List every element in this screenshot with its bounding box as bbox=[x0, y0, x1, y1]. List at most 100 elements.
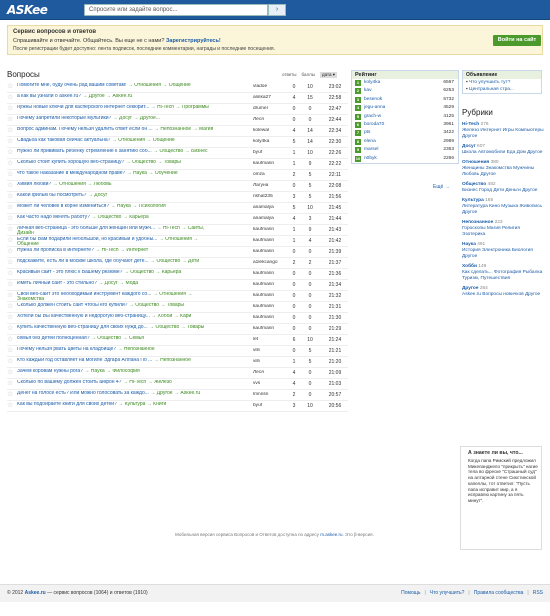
sort-points[interactable]: баллы bbox=[301, 72, 314, 78]
question-author[interactable]: kaufmann bbox=[253, 227, 287, 232]
question-link[interactable]: нужны новые ключи для касперского интерн… bbox=[17, 105, 149, 110]
question-author[interactable]: villi bbox=[253, 359, 287, 364]
footer-brand-link[interactable]: Askee.ru bbox=[25, 590, 46, 596]
rating-user-link[interactable]: marsel bbox=[364, 147, 378, 152]
question-link[interactable]: Зачем коровам нужны рога? bbox=[17, 369, 83, 374]
star-icon[interactable]: ☆ bbox=[7, 226, 13, 234]
footer-rss-link[interactable]: RSS bbox=[533, 590, 543, 596]
question-link[interactable]: Свадьба как таковая сейчас актуальна? bbox=[17, 138, 110, 143]
question-author[interactable]: kolewal bbox=[253, 128, 287, 133]
question-author[interactable]: kaufmann bbox=[253, 238, 287, 243]
question-link[interactable]: Как вы подбираете книги для своих детей? bbox=[17, 402, 117, 407]
question-author[interactable]: lmnnsn bbox=[253, 392, 287, 397]
rubric-sublinks[interactable]: Как сделать... Фотография Рыбалка Туризм… bbox=[462, 270, 542, 281]
star-icon[interactable]: ☆ bbox=[7, 182, 13, 190]
question-link[interactable]: Может ли человек в корне измениться? bbox=[17, 204, 109, 209]
question-link[interactable]: Сколько должен стоить сайт чтобы его куп… bbox=[17, 303, 127, 308]
sort-answers[interactable]: ответы bbox=[282, 72, 296, 78]
star-icon[interactable]: ☆ bbox=[7, 237, 13, 245]
footer-rules-link[interactable]: Правила сообщества bbox=[474, 590, 524, 596]
rubric-sublinks[interactable]: Гороскопы Магия Религия Эзотерика bbox=[462, 226, 520, 237]
star-icon[interactable]: ☆ bbox=[7, 127, 13, 135]
star-icon[interactable]: ☆ bbox=[7, 303, 13, 311]
star-icon[interactable]: ☆ bbox=[7, 292, 13, 300]
star-icon[interactable]: ☆ bbox=[7, 347, 13, 355]
question-author[interactable]: byuf bbox=[253, 403, 287, 408]
register-link[interactable]: Зарегистрируйтесь! bbox=[166, 38, 221, 44]
question-category[interactable]: → Hi-Tech → Программы bbox=[151, 105, 209, 110]
rubric-sublinks[interactable]: История Электроника Биология Другое bbox=[462, 248, 533, 259]
star-icon[interactable]: ☆ bbox=[7, 270, 13, 278]
rubric-sublinks[interactable]: Askee.ru Вопросы новичков Другое bbox=[462, 292, 540, 297]
question-link[interactable]: Хотели бы Вы качественную и недорогую ве… bbox=[17, 314, 150, 319]
question-link[interactable]: Вопрос админам. Почему нельзя удалить от… bbox=[17, 127, 153, 132]
star-icon[interactable]: ☆ bbox=[7, 149, 13, 157]
question-author[interactable]: alinka27 bbox=[253, 95, 287, 100]
question-category[interactable]: → Общество → Карьера bbox=[91, 215, 148, 220]
star-icon[interactable]: ☆ bbox=[7, 105, 13, 113]
rating-user-link[interactable]: elena bbox=[364, 139, 376, 144]
question-link[interactable]: Нужна ли прописка в интернете? bbox=[17, 248, 94, 253]
rubric-title-link[interactable]: Отношения bbox=[462, 160, 489, 165]
rubric-sublinks[interactable]: Школа Автомобили Еда Дом Другое bbox=[462, 150, 542, 155]
announcement-item[interactable]: ▪ Центральная стра... bbox=[463, 86, 541, 93]
question-author[interactable]: kaufmann bbox=[253, 271, 287, 276]
question-author[interactable]: kaufmann bbox=[253, 249, 287, 254]
question-category[interactable]: → Другое → Askee.ru bbox=[150, 391, 200, 396]
question-link[interactable]: Иметь личный сайт - это стильно? bbox=[17, 281, 97, 286]
question-author[interactable]: kaufmann bbox=[253, 304, 287, 309]
question-category[interactable]: → Хобби → Кари bbox=[151, 314, 191, 319]
star-icon[interactable]: ☆ bbox=[7, 314, 13, 322]
question-author[interactable]: a1lekcango bbox=[253, 260, 287, 265]
question-link[interactable]: что такое наказание в международном прав… bbox=[17, 171, 125, 176]
rating-user-link[interactable]: n0byk bbox=[364, 156, 377, 161]
star-icon[interactable]: ☆ bbox=[7, 160, 13, 168]
question-category[interactable]: → Другое → Askee.ru bbox=[82, 94, 132, 99]
question-link[interactable]: Красивый сайт - это плюс к Вашему резюме… bbox=[17, 270, 122, 275]
question-link[interactable]: Денег на голосе есть? Или можно голосова… bbox=[17, 391, 149, 396]
question-category[interactable]: → Общество → Бизнес bbox=[153, 149, 207, 154]
question-author[interactable]: kaufmann bbox=[253, 293, 287, 298]
rubric-title-link[interactable]: Хобби bbox=[462, 264, 477, 269]
question-author[interactable]: kaufmann bbox=[253, 282, 287, 287]
question-author[interactable]: Леся bbox=[253, 370, 287, 375]
question-category[interactable]: → Общество → Товары bbox=[126, 160, 181, 165]
star-icon[interactable]: ☆ bbox=[7, 204, 13, 212]
question-author[interactable]: Лагуна bbox=[253, 183, 287, 188]
question-category[interactable]: → Культура → Книги bbox=[118, 402, 166, 407]
question-author[interactable]: vladoe bbox=[253, 84, 287, 89]
search-button[interactable]: › bbox=[268, 4, 286, 16]
star-icon[interactable]: ☆ bbox=[7, 358, 13, 366]
star-icon[interactable]: ☆ bbox=[7, 215, 13, 223]
question-author[interactable]: drumer bbox=[253, 106, 287, 111]
question-author[interactable]: kaufmann bbox=[253, 161, 287, 166]
star-icon[interactable]: ☆ bbox=[7, 281, 13, 289]
star-icon[interactable]: ☆ bbox=[7, 336, 13, 344]
rating-user-link[interactable]: boroda70 bbox=[364, 122, 384, 127]
question-author[interactable]: villi bbox=[253, 348, 287, 353]
star-icon[interactable]: ☆ bbox=[7, 94, 13, 102]
question-link[interactable]: Химия любви? bbox=[17, 182, 51, 187]
question-author[interactable]: Леся bbox=[253, 117, 287, 122]
announcement-item[interactable]: ▪ Что улучшить тут? bbox=[463, 79, 541, 86]
question-category[interactable]: → Досуг → Другое... bbox=[113, 116, 160, 121]
question-category[interactable]: → Досуг bbox=[88, 193, 107, 198]
star-icon[interactable]: ☆ bbox=[7, 380, 13, 388]
question-category[interactable]: → Непознанное bbox=[154, 358, 191, 363]
question-category[interactable]: → Непознанное bbox=[117, 347, 154, 352]
question-author[interactable]: anamalya bbox=[253, 205, 287, 210]
question-link[interactable]: Кто каждый год оставляет на могиле Эдгар… bbox=[17, 358, 152, 363]
question-author[interactable]: kaufmann bbox=[253, 315, 287, 320]
login-button[interactable]: Войти на сайт bbox=[493, 35, 541, 46]
rubric-title-link[interactable]: Непознанное bbox=[462, 220, 493, 225]
star-icon[interactable]: ☆ bbox=[7, 259, 13, 267]
question-link[interactable]: а как вы узнали о askee.ru? bbox=[17, 94, 81, 99]
question-category[interactable]: → Непознанное → Магия bbox=[154, 127, 213, 132]
star-icon[interactable]: ☆ bbox=[7, 248, 13, 256]
question-category[interactable]: → Общество → Семья bbox=[91, 336, 144, 341]
rating-more-link[interactable]: Ещё → bbox=[433, 184, 450, 190]
rubric-sublinks[interactable]: Женщины Знакомства Мужчины Любовь Другое bbox=[462, 166, 534, 177]
rubric-title-link[interactable]: Hi-Tech bbox=[462, 122, 479, 127]
question-category[interactable]: → Досуг → Мода bbox=[98, 281, 138, 286]
question-category[interactable]: → Отношения → Любовь bbox=[53, 182, 112, 187]
